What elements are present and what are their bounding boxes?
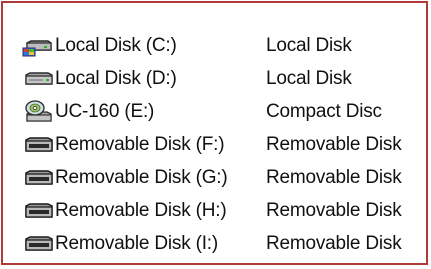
- drive-type: Local Disk: [266, 67, 352, 89]
- drive-list-panel: Local Disk (C:) Local Disk Local Disk (D…: [1, 1, 428, 265]
- drive-item-d[interactable]: Local Disk (D:) Local Disk: [21, 62, 426, 95]
- removable-disk-icon: [21, 166, 55, 190]
- removable-disk-icon: [21, 133, 55, 157]
- drive-type: Removable Disk: [266, 232, 402, 254]
- drive-item-g[interactable]: Removable Disk (G:) Removable Disk: [21, 161, 426, 194]
- drive-type: Local Disk: [266, 35, 352, 56]
- drive-name: Removable Disk (F:): [55, 133, 225, 155]
- drive-type: Compact Disc: [266, 100, 382, 122]
- drive-name: Local Disk (D:): [55, 67, 177, 89]
- drive-name: Removable Disk (I:): [55, 232, 219, 254]
- drive-item-e[interactable]: UC-160 (E:) Compact Disc: [21, 95, 426, 128]
- drive-name: Local Disk (C:): [55, 35, 177, 56]
- drive-type: Removable Disk: [266, 199, 402, 221]
- drive-name: UC-160 (E:): [55, 100, 155, 122]
- drive-type: Removable Disk: [266, 166, 402, 188]
- removable-disk-icon: [21, 232, 55, 256]
- drive-type: Removable Disk: [266, 133, 402, 155]
- local-disk-system-icon: [21, 34, 55, 58]
- drive-list: Local Disk (C:) Local Disk Local Disk (D…: [21, 30, 426, 260]
- drive-name: Removable Disk (H:): [55, 199, 227, 221]
- cd-drive-icon: [21, 99, 55, 124]
- removable-disk-icon: [21, 199, 55, 223]
- local-disk-icon: [21, 67, 55, 91]
- drive-name: Removable Disk (G:): [55, 166, 228, 188]
- drive-item-c[interactable]: Local Disk (C:) Local Disk: [21, 30, 426, 62]
- drive-item-i[interactable]: Removable Disk (I:) Removable Disk: [21, 227, 426, 260]
- drive-item-h[interactable]: Removable Disk (H:) Removable Disk: [21, 194, 426, 227]
- drive-item-f[interactable]: Removable Disk (F:) Removable Disk: [21, 128, 426, 161]
